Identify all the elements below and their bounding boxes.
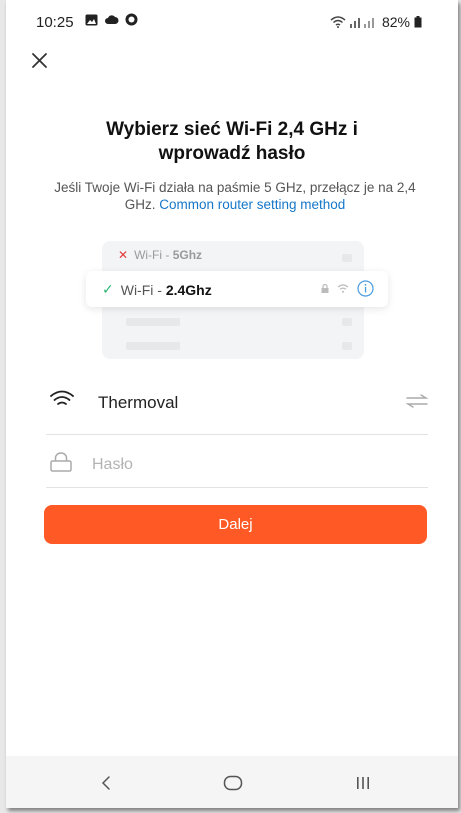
illustration-24g-row: ✓ Wi-Fi - 2.4Ghz — [102, 281, 212, 298]
placeholder-bar — [126, 318, 180, 326]
wifi-name: Thermoval — [98, 393, 179, 412]
placeholder-bar — [342, 342, 352, 350]
wifi-network-row[interactable]: Thermoval — [46, 384, 428, 434]
back-icon — [101, 776, 110, 790]
lock-small-icon — [321, 284, 329, 293]
status-right: 82% — [330, 14, 422, 30]
illustration-5g-prefix: Wi-Fi - — [134, 248, 173, 262]
divider — [46, 434, 428, 435]
cross-icon: ✕ — [118, 248, 129, 262]
cloud-icon — [105, 15, 119, 24]
status-time: 10:25 — [36, 14, 74, 31]
gallery-icon — [85, 14, 98, 25]
next-button[interactable]: Dalej — [44, 505, 427, 544]
placeholder-bar — [342, 254, 352, 262]
illustration-24g-prefix: Wi-Fi - — [120, 281, 166, 298]
placeholder-bar — [342, 318, 352, 326]
app-screen: 10:25 82% Wybierz sieć Wi-Fi 2,4 GHz i w… — [6, 0, 458, 808]
status-bar: 10:25 82% — [6, 0, 458, 40]
illustration-5g-row: ✕ Wi-Fi - 5Ghz — [118, 248, 202, 262]
illustration-24g-card: ✓ Wi-Fi - 2.4Ghz — [86, 271, 388, 307]
signal-icon — [349, 18, 374, 28]
password-input[interactable] — [90, 450, 414, 480]
nav-back-button[interactable] — [91, 770, 121, 796]
switch-network-icon[interactable] — [406, 394, 428, 408]
page-subtitle: Jeśli Twoje Wi-Fi działa na paśmie 5 GHz… — [40, 179, 430, 213]
battery-percent: 82% — [381, 14, 410, 30]
illustration-24g-band: 2.4Ghz — [165, 281, 212, 298]
router-setting-link[interactable]: Common router setting method — [159, 197, 345, 212]
divider — [46, 487, 428, 488]
title-line-2: wprowadź hasło — [158, 143, 306, 164]
page-title: Wybierz sieć Wi-Fi 2,4 GHz i wprowadź ha… — [6, 118, 458, 166]
close-icon — [32, 53, 47, 68]
placeholder-bar — [126, 342, 180, 350]
wifi-icon — [50, 390, 74, 405]
nav-recents-button[interactable] — [348, 770, 378, 796]
info-icon — [357, 280, 374, 297]
sync-icon — [125, 13, 138, 26]
illustration-5g-band: 5Ghz — [172, 248, 203, 262]
password-row — [46, 444, 428, 484]
lock-icon — [50, 452, 72, 472]
close-button[interactable] — [30, 50, 54, 74]
nav-home-button[interactable] — [218, 770, 248, 796]
battery-icon — [414, 16, 422, 28]
recents-icon — [357, 777, 369, 789]
system-nav-bar — [6, 756, 458, 808]
home-icon — [223, 775, 243, 791]
illustration-24g-icons — [321, 280, 374, 297]
wifi-status-icon — [330, 16, 346, 28]
check-icon: ✓ — [102, 281, 114, 297]
title-line-1: Wybierz sieć Wi-Fi 2,4 GHz i — [106, 119, 358, 140]
notification-icons — [85, 13, 138, 26]
wifi-small-icon — [337, 284, 349, 293]
